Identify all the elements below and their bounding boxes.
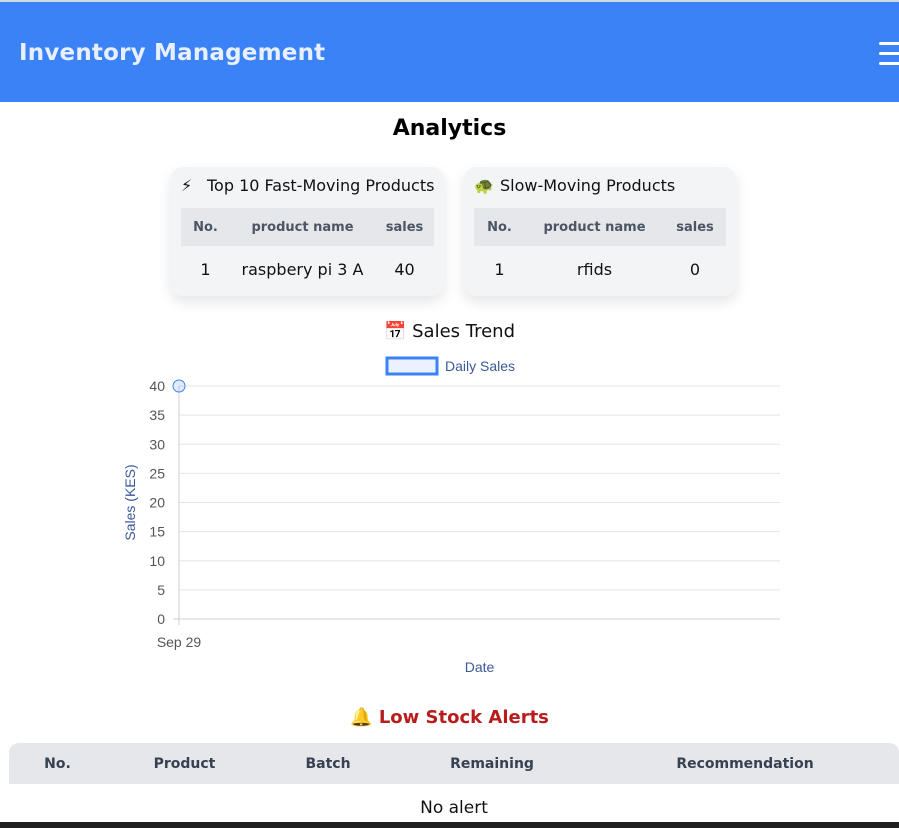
y-tick-label: 40 <box>149 378 165 394</box>
sales-trend-chart: 0 5 10 15 20 25 30 35 40 Sep 29 Date Sales (KES) Dai… <box>122 356 780 675</box>
column-header-product: Product <box>106 743 263 784</box>
column-header-product-name: product name <box>230 208 375 246</box>
column-header-sales: sales <box>664 208 726 246</box>
lightning-icon: ⚡ <box>181 176 193 195</box>
column-header-recommendation: Recommendation <box>591 743 899 784</box>
table-row: 1 rfids 0 <box>474 246 726 293</box>
column-header-remaining: Remaining <box>393 743 591 784</box>
fast-moving-card: ⚡ Top 10 Fast-Moving Products No. product… <box>171 167 444 296</box>
hamburger-icon[interactable] <box>879 42 899 70</box>
data-point <box>172 379 186 393</box>
y-tick-label: 35 <box>149 407 165 423</box>
low-stock-alerts-title: 🔔 Low Stock Alerts <box>0 707 899 728</box>
y-axis-title: Sales (KES) <box>122 464 138 540</box>
y-tick-label: 15 <box>149 524 165 540</box>
low-stock-alerts-title-text: Low Stock Alerts <box>378 707 549 728</box>
column-header-product-name: product name <box>525 208 664 246</box>
slow-moving-title: 🐢 Slow-Moving Products <box>474 176 675 195</box>
slow-moving-card: 🐢 Slow-Moving Products No. product name s… <box>464 167 736 296</box>
y-tick-label: 10 <box>149 553 165 569</box>
slow-moving-table: No. product name sales 1 rfids 0 <box>474 208 726 293</box>
calendar-icon: 📅 <box>383 321 407 342</box>
y-tick-label: 30 <box>149 436 165 452</box>
row-sales: 0 <box>689 260 701 279</box>
x-axis-title: Date <box>465 659 495 675</box>
slow-moving-title-text: Slow-Moving Products <box>500 176 676 195</box>
row-product-name: rfids <box>576 260 613 279</box>
legend-swatch <box>385 356 439 376</box>
sales-trend-title-text: Sales Trend <box>412 321 516 342</box>
column-header-batch: Batch <box>263 743 393 784</box>
column-header-no: No. <box>9 743 106 784</box>
x-tick-label: Sep 29 <box>157 634 202 650</box>
y-tick-label: 25 <box>149 465 165 481</box>
app-header: Inventory Management <box>0 0 899 102</box>
fast-moving-title-text: Top 10 Fast-Moving Products <box>207 176 435 195</box>
y-tick-label: 5 <box>157 582 165 598</box>
row-no: 1 <box>494 260 505 279</box>
row-no: 1 <box>200 260 211 279</box>
column-header-no: No. <box>474 208 525 246</box>
app-title: Inventory Management <box>19 40 326 66</box>
taskbar-edge <box>0 822 899 828</box>
low-stock-alerts-table: No. Product Batch Remaining Recommendati… <box>9 743 899 832</box>
row-sales: 40 <box>394 260 415 279</box>
table-row: 1 raspbery pi 3 A 40 <box>181 246 434 293</box>
fast-moving-table: No. product name sales 1 raspbery pi 3 A… <box>181 208 434 293</box>
page-title: Analytics <box>392 116 507 141</box>
turtle-icon: 🐢 <box>474 176 494 195</box>
row-product-name: raspbery pi 3 A <box>241 260 364 279</box>
column-header-no: No. <box>181 208 230 246</box>
y-tick-label: 0 <box>157 611 165 627</box>
y-tick-label: 20 <box>149 495 165 511</box>
legend-label: Daily Sales <box>445 358 515 374</box>
fast-moving-title: ⚡ Top 10 Fast-Moving Products <box>181 176 434 195</box>
bell-icon: 🔔 <box>350 707 373 728</box>
sales-trend-title: 📅 Sales Trend <box>0 321 899 342</box>
column-header-sales: sales <box>375 208 434 246</box>
